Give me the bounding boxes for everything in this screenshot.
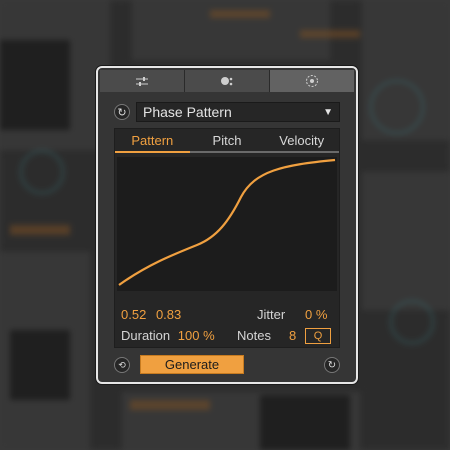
tab-velocity[interactable]: Velocity (264, 129, 340, 153)
refresh-button[interactable]: ↻ (324, 357, 340, 373)
phase-value-b[interactable]: 0.83 (156, 307, 181, 322)
editor-panel: Pattern Pitch Velocity 0.52 0.83 Jitter … (114, 128, 340, 348)
phase-curve-display[interactable] (117, 157, 337, 291)
chevron-down-icon: ▼ (323, 106, 333, 118)
tab-pattern[interactable]: Pattern (115, 129, 190, 153)
quantize-button[interactable]: Q (305, 328, 331, 344)
duration-value[interactable]: 100 % (178, 328, 215, 343)
toolbar-button-sliders[interactable] (100, 70, 185, 92)
loop-button[interactable]: ⟲ (114, 357, 130, 373)
reset-icon: ↻ (117, 106, 127, 119)
tab-pitch[interactable]: Pitch (189, 129, 265, 153)
footer-row: ⟲ Generate ↻ (114, 354, 340, 376)
notes-label: Notes (237, 328, 271, 343)
reset-button[interactable]: ↻ (114, 104, 130, 120)
sliders-icon (136, 76, 148, 86)
notes-value[interactable]: 8 (289, 328, 296, 343)
tab-bar: Pattern Pitch Velocity (115, 129, 340, 153)
dots-icon (221, 77, 233, 86)
jitter-label: Jitter (257, 307, 286, 322)
phase-value-a[interactable]: 0.52 (121, 307, 146, 322)
device-toolbar (100, 70, 354, 92)
jitter-value[interactable]: 0 % (305, 307, 327, 322)
refresh-icon: ↻ (327, 359, 337, 371)
loop-icon: ⟲ (118, 359, 126, 370)
preset-value: Phase Pattern (143, 104, 232, 120)
preset-row: ↻ Phase Pattern ▼ (114, 101, 340, 123)
toolbar-button-dots[interactable] (185, 70, 270, 92)
generate-button[interactable]: Generate (140, 355, 244, 374)
phase-params-row: 0.52 0.83 Jitter 0 % (121, 307, 333, 323)
toolbar-button-target[interactable] (270, 70, 354, 92)
duration-label: Duration (121, 328, 171, 343)
preset-dropdown[interactable]: Phase Pattern ▼ (136, 102, 340, 122)
duration-notes-row: Duration 100 % Notes 8 Q (121, 328, 333, 346)
phase-pattern-device: ↻ Phase Pattern ▼ Pattern Pitch Velocity… (96, 66, 358, 384)
phase-curve (118, 158, 336, 286)
target-icon (306, 75, 318, 87)
